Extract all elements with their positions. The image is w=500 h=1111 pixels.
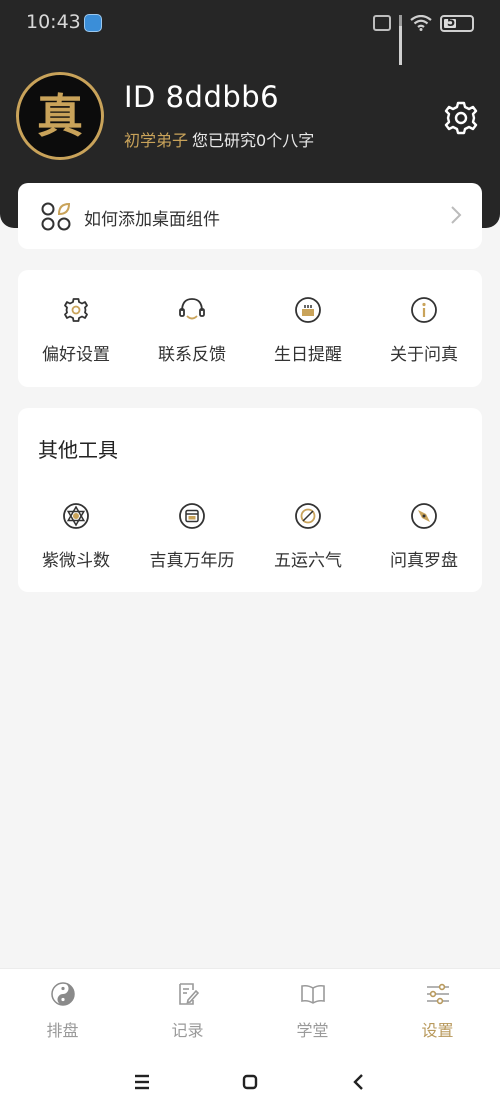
battery-icon: 5 [440, 14, 474, 32]
add-widget-card[interactable]: 如何添加桌面组件 [18, 183, 482, 249]
tool-label: 吉真万年历 [149, 551, 235, 571]
tool-calendar[interactable]: 吉真万年历 [134, 502, 250, 582]
nfc-icon [373, 15, 391, 31]
sliders-icon [427, 983, 449, 1005]
app-notification-icon [84, 14, 102, 32]
tab-settings[interactable]: 设置 [375, 969, 500, 1057]
headset-icon [179, 298, 205, 320]
shortcut-preferences[interactable]: 偏好设置 [18, 296, 134, 376]
info-icon [411, 297, 437, 323]
shortcut-label: 生日提醒 [274, 345, 342, 365]
compass-dial-icon [295, 503, 321, 529]
tool-label: 问真罗盘 [390, 551, 458, 571]
bottom-tab-bar: 排盘 记录 学堂 设置 [0, 968, 500, 1057]
home-icon[interactable] [238, 1070, 262, 1094]
calendar-icon [179, 503, 205, 529]
tab-label: 设置 [421, 1021, 454, 1040]
user-level: 初学弟子 [124, 131, 189, 150]
avatar-logo: 真 [37, 89, 83, 143]
shortcut-feedback[interactable]: 联系反馈 [134, 296, 250, 376]
tool-ziwei[interactable]: 紫微斗数 [18, 502, 134, 582]
status-time: 10:43 [26, 11, 81, 33]
signal-icon [399, 15, 402, 65]
shortcut-birthday[interactable]: 生日提醒 [250, 296, 366, 376]
other-tools-card: 其他工具 紫微斗数 吉真万年历 五运六气 问真罗盘 [18, 408, 482, 592]
add-widget-label: 如何添加桌面组件 [84, 210, 220, 230]
shortcuts-grid: 偏好设置 联系反馈 生日提醒 关于问真 [18, 296, 482, 376]
tool-label: 五运六气 [274, 551, 342, 571]
star-of-david-icon [63, 503, 89, 529]
tool-label: 紫微斗数 [42, 551, 110, 571]
tools-grid: 紫微斗数 吉真万年历 五运六气 问真罗盘 [18, 502, 482, 582]
compass-needle-icon [411, 503, 437, 529]
shortcut-label: 关于问真 [390, 345, 458, 365]
tool-luopan[interactable]: 问真罗盘 [366, 502, 482, 582]
settings-gear-icon[interactable] [442, 99, 480, 137]
avatar[interactable]: 真 [16, 72, 104, 160]
back-icon[interactable] [347, 1070, 371, 1094]
shortcuts-card: 偏好设置 联系反馈 生日提醒 关于问真 [18, 270, 482, 387]
shortcut-label: 偏好设置 [42, 345, 110, 365]
notes-edit-icon [179, 983, 200, 1005]
tool-wuyun[interactable]: 五运六气 [250, 502, 366, 582]
battery-level: 5 [446, 14, 456, 29]
status-icons: 5 [373, 12, 474, 65]
chevron-right-icon [451, 206, 462, 224]
shortcut-label: 联系反馈 [158, 345, 226, 365]
tab-school[interactable]: 学堂 [250, 969, 375, 1057]
tab-label: 学堂 [296, 1021, 329, 1040]
open-book-icon [301, 984, 325, 1004]
tab-records[interactable]: 记录 [125, 969, 250, 1057]
wifi-icon [410, 15, 432, 31]
user-id: ID 8ddbb6 [124, 80, 280, 114]
status-bar: 10:43 5 [0, 0, 500, 65]
research-count: 您已研究0个八字 [192, 131, 315, 150]
tab-paipan[interactable]: 排盘 [0, 969, 125, 1057]
user-subtitle: 初学弟子 您已研究0个八字 [124, 127, 314, 151]
system-nav-bar [0, 1056, 500, 1111]
yin-yang-icon [51, 982, 75, 1006]
widget-grid-icon [41, 202, 71, 231]
menu-icon[interactable] [130, 1070, 154, 1094]
tab-label: 记录 [171, 1021, 204, 1040]
tab-label: 排盘 [46, 1021, 79, 1040]
gear-icon [64, 298, 88, 322]
shortcut-about[interactable]: 关于问真 [366, 296, 482, 376]
birthday-cake-icon [295, 297, 321, 323]
other-tools-title: 其他工具 [38, 438, 118, 462]
